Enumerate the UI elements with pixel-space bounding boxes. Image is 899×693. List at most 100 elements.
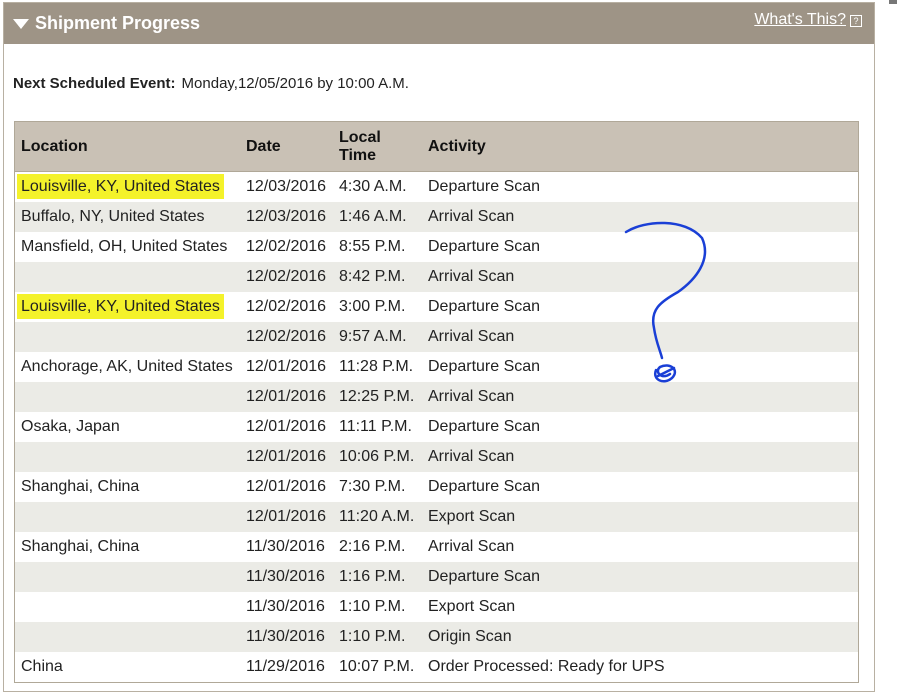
local-time-cell-text: 10:07 P.M. [339,658,415,675]
column-header-date: Date [246,137,281,155]
local-time-cell-text: 8:42 P.M. [339,268,406,285]
activity-cell: Origin Scan [422,622,859,652]
local-time-cell-text: 3:00 P.M. [339,298,406,315]
date-cell-text: 12/02/2016 [246,328,327,345]
next-event-label: Next Scheduled Event: [13,75,176,92]
date-cell: 12/01/2016 [240,382,333,412]
local-time-cell: 4:30 A.M. [333,171,422,202]
date-cell-text: 11/30/2016 [246,598,325,615]
location-cell-text: Shanghai, China [21,478,140,495]
local-time-cell: 9:57 A.M. [333,322,422,352]
activity-cell-text: Order Processed: Ready for UPS [428,658,665,675]
local-time-cell: 11:28 P.M. [333,352,422,382]
location-cell: Louisville, KY, United States [15,292,241,322]
activity-cell: Arrival Scan [422,442,859,472]
table-row: 11/30/2016 1:10 P.M. Origin Scan [14,622,859,652]
panel-header[interactable]: Shipment Progress What's This? ? [4,3,874,44]
date-cell: 11/30/2016 [240,592,333,622]
local-time-cell: 12:25 P.M. [333,382,422,412]
activity-cell-text: Departure Scan [428,298,541,315]
table-row: Shanghai, China 11/30/2016 2:16 P.M. Arriva… [14,532,859,562]
location-cell: Louisville, KY, United States [14,171,240,202]
date-cell-text: 12/01/2016 [246,448,327,465]
activity-cell-text: Export Scan [428,508,516,525]
date-cell: 12/02/2016 [240,262,333,292]
activity-cell-text: Departure Scan [428,178,541,195]
date-cell: 11/29/2016 [240,652,333,683]
local-time-cell-text: 1:10 P.M. [339,628,406,645]
local-time-cell-text: 12:25 P.M. [339,388,415,405]
activity-cell: Departure Scan [422,472,859,502]
local-time-cell-text: 4:30 A.M. [339,178,407,195]
table-row: Louisville, KY, United States 12/02/2016 3… [14,292,859,322]
table-row: Mansfield, OH, United States 12/02/2016 8:… [14,232,859,262]
location-cell [15,562,241,592]
date-cell-text: 12/03/2016 [246,178,327,195]
local-time-cell: 1:10 P.M. [333,592,422,622]
local-time-cell-text: 11:28 P.M. [339,358,414,375]
date-cell-text: 11/30/2016 [246,538,325,555]
activity-cell: Order Processed: Ready for UPS [422,652,859,683]
panel-title: Shipment Progress [35,13,201,33]
date-cell: 12/01/2016 [240,412,333,442]
local-time-cell-text: 7:30 P.M. [339,478,406,495]
activity-cell-text: Arrival Scan [428,538,515,555]
location-cell [15,262,241,292]
location-cell-text: China [21,658,63,675]
date-cell: 12/01/2016 [240,502,333,532]
activity-cell-text: Arrival Scan [428,328,515,345]
column-header-activity: Activity [428,137,486,155]
local-time-cell-text: 1:10 P.M. [339,598,406,615]
table-header-row: Location Date Local Time Activity [14,121,859,172]
location-cell: Shanghai, China [15,532,241,562]
table-row: 12/01/2016 11:20 A.M. Export Scan [14,502,859,532]
location-cell: Anchorage, AK, United States [15,352,241,382]
local-time-cell-text: 9:57 A.M. [339,328,407,345]
collapse-triangle-icon[interactable] [13,19,29,29]
whats-this-link[interactable]: What's This? [754,11,846,29]
local-time-cell-text: 2:16 P.M. [339,538,406,555]
location-cell: Shanghai, China [15,472,241,502]
activity-cell-text: Departure Scan [428,238,541,255]
location-cell [15,622,241,652]
local-time-cell: 8:42 P.M. [333,262,422,292]
location-cell: Osaka, Japan [15,412,241,442]
activity-cell-text: Departure Scan [428,358,541,375]
column-header-location: Location [21,137,88,155]
location-cell [15,322,241,352]
table-row: China 11/29/2016 10:07 P.M. Order Processed… [14,652,859,683]
date-cell-text: 12/01/2016 [246,478,327,495]
table-row: Buffalo, NY, United States 12/03/2016 1:46… [14,202,859,232]
activity-cell-text: Arrival Scan [428,208,515,225]
location-cell-text: Shanghai, China [21,538,140,555]
date-cell-text: 11/30/2016 [246,628,325,645]
table-row: 11/30/2016 1:10 P.M. Export Scan [14,592,859,622]
local-time-cell: 11:11 P.M. [333,412,422,442]
local-time-cell: 7:30 P.M. [333,472,422,502]
local-time-cell: 10:07 P.M. [333,652,422,683]
activity-cell-text: Arrival Scan [428,268,515,285]
date-cell-text: 12/02/2016 [246,298,327,315]
activity-cell: Export Scan [422,502,859,532]
local-time-cell-text: 11:11 P.M. [339,418,412,435]
question-mark-scribble-icon [624,221,707,383]
table-row: 12/02/2016 8:42 P.M. Arrival Scan [14,262,859,292]
corner-mark [889,0,897,4]
date-cell: 12/02/2016 [240,292,333,322]
activity-cell-text: Origin Scan [428,628,512,645]
location-cell-text: Mansfield, OH, United States [21,238,228,255]
table-row: 12/02/2016 9:57 A.M. Arrival Scan [14,322,859,352]
local-time-cell-text: 1:46 A.M. [339,208,407,225]
local-time-cell: 3:00 P.M. [333,292,422,322]
location-cell-text: Louisville, KY, United States [21,178,220,195]
location-cell [15,442,241,472]
help-icon[interactable]: ? [850,15,862,27]
table-row: Shanghai, China 12/01/2016 7:30 P.M. Depart… [14,472,859,502]
date-cell: 12/02/2016 [240,232,333,262]
date-cell: 11/30/2016 [240,622,333,652]
local-time-cell-text: 8:55 P.M. [339,238,406,255]
date-cell-text: 12/03/2016 [246,208,327,225]
local-time-cell: 2:16 P.M. [333,532,422,562]
local-time-cell: 1:16 P.M. [333,562,422,592]
activity-cell-text: Departure Scan [428,568,541,585]
